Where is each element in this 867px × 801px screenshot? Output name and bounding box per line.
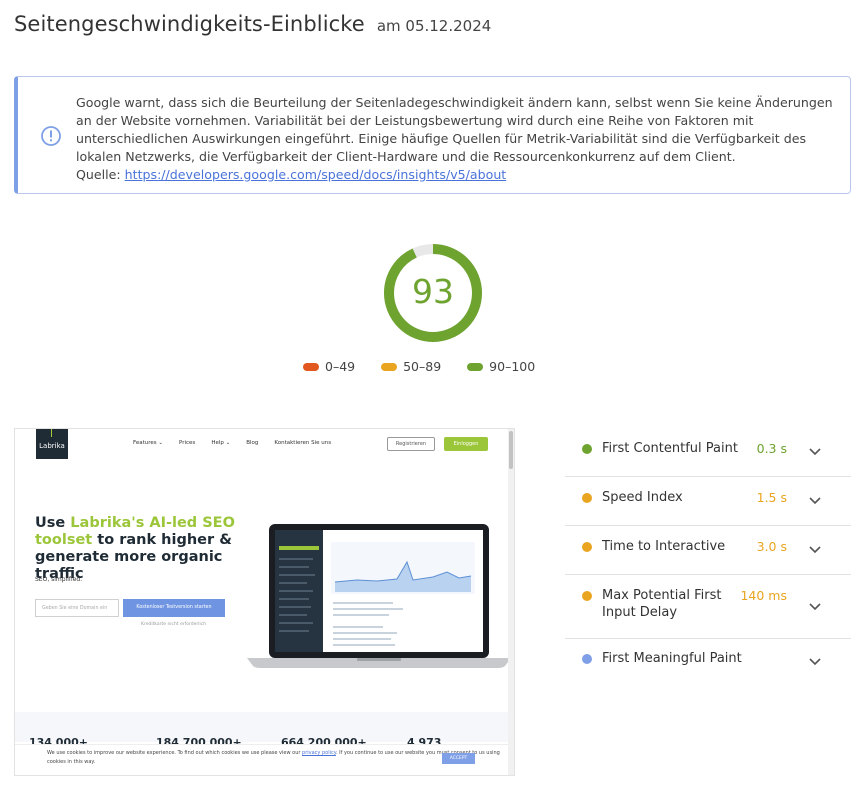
site-register-button: Registrieren: [387, 437, 435, 451]
metric-name: First Contentful Paint: [602, 441, 738, 456]
score-legend: 0–49 50–89 90–100: [303, 359, 561, 374]
metric-value: 3.0 s: [756, 539, 787, 554]
chevron-down-icon[interactable]: [808, 496, 822, 506]
site-nav: Features ⌄ Prices Help ⌄ Blog Kontaktier…: [133, 440, 347, 446]
chevron-down-icon[interactable]: [808, 545, 822, 555]
cookie-banner: We use cookies to improve our website ex…: [15, 744, 510, 775]
chevron-down-icon[interactable]: [808, 602, 822, 612]
notice-source-link[interactable]: https://developers.google.com/speed/docs…: [125, 167, 507, 182]
site-subtitle: SEO, simplified.: [35, 576, 83, 583]
metric-value: 1.5 s: [756, 490, 787, 505]
notice-text-block: Google warnt, dass sich die Beurteilung …: [76, 94, 838, 184]
cookie-text: We use cookies to improve our website ex…: [47, 750, 301, 756]
legend-item-poor: 0–49: [303, 359, 355, 374]
site-no-card-note: Kreditkarte nicht erforderlich: [141, 622, 207, 627]
metric-row-fmp[interactable]: First Meaningful Paint: [565, 639, 851, 687]
site-nav-item: Blog: [246, 440, 259, 446]
metric-status-dot: [582, 654, 592, 664]
metric-status-dot: [582, 444, 592, 454]
metric-value: 0.3 s: [756, 441, 787, 456]
site-nav-item: Features ⌄: [133, 440, 164, 446]
metric-row-si[interactable]: Speed Index 1.5 s: [565, 477, 851, 526]
metric-name: First Meaningful Paint: [602, 651, 742, 666]
site-stats: 134 000+ 184 700 000+ 664 200 000+ 4 973: [15, 712, 510, 749]
site-headline: Use Labrika's AI-led SEO toolset to rank…: [35, 515, 245, 583]
chevron-down-icon[interactable]: [808, 447, 822, 457]
metric-row-fcp[interactable]: First Contentful Paint 0.3 s: [565, 428, 851, 477]
site-nav-item: Help ⌄: [211, 440, 231, 446]
metric-name: Time to Interactive: [602, 539, 726, 554]
legend-swatch-poor: [303, 362, 319, 371]
legend-label-average: 50–89: [403, 359, 442, 374]
page-title: Seitengeschwindigkeits-Einblicke: [14, 12, 365, 36]
metric-status-dot: [582, 493, 592, 503]
site-domain-input: Geben Sie eine Domain ein: [35, 599, 119, 617]
legend-item-average: 50–89: [381, 359, 441, 374]
screenshot-scrollbar: [508, 429, 514, 775]
site-cta-button: Kostenloser Testversion starten: [123, 599, 225, 617]
score-value: 93: [412, 272, 454, 311]
metric-value: 140 ms: [740, 588, 787, 603]
metric-row-tti[interactable]: Time to Interactive 3.0 s: [565, 526, 851, 575]
report-date: am 05.12.2024: [376, 17, 492, 35]
info-icon: [41, 126, 61, 146]
site-logo: Labrika: [36, 429, 68, 459]
notice-source-label: Quelle:: [76, 167, 121, 182]
site-headline-pre: Use: [35, 515, 71, 531]
metric-name: Speed Index: [602, 490, 683, 505]
metric-status-dot: [582, 542, 592, 552]
cookie-privacy-link: privacy policy: [302, 750, 336, 756]
metrics-list: First Contentful Paint 0.3 s Speed Index…: [565, 428, 851, 687]
legend-swatch-average: [381, 362, 398, 371]
legend-label-poor: 0–49: [325, 359, 356, 374]
site-login-button: Einloggen: [444, 437, 488, 451]
metric-row-fid[interactable]: Max Potential First Input Delay 140 ms: [565, 575, 851, 639]
page-header: Seitengeschwindigkeits-Einblicke am 05.1…: [14, 12, 491, 36]
laptop-illustration: [247, 524, 511, 668]
screenshot-scroll-thumb: [509, 431, 513, 469]
legend-label-good: 90–100: [489, 359, 536, 374]
metric-status-dot: [582, 591, 592, 601]
site-nav-item: Prices: [179, 440, 196, 446]
variability-notice: Google warnt, dass sich die Beurteilung …: [14, 76, 851, 194]
cookie-accept-button: ACCEPT: [442, 753, 475, 764]
legend-item-good: 90–100: [467, 359, 535, 374]
notice-text: Google warnt, dass sich die Beurteilung …: [76, 95, 833, 164]
site-nav-item: Kontaktieren Sie uns: [274, 440, 332, 446]
chevron-down-icon[interactable]: [808, 657, 822, 667]
page-screenshot: Labrika Features ⌄ Prices Help ⌄ Blog Ko…: [14, 428, 515, 776]
metric-name: Max Potential First Input Delay: [602, 588, 722, 620]
legend-swatch-good: [467, 362, 484, 371]
